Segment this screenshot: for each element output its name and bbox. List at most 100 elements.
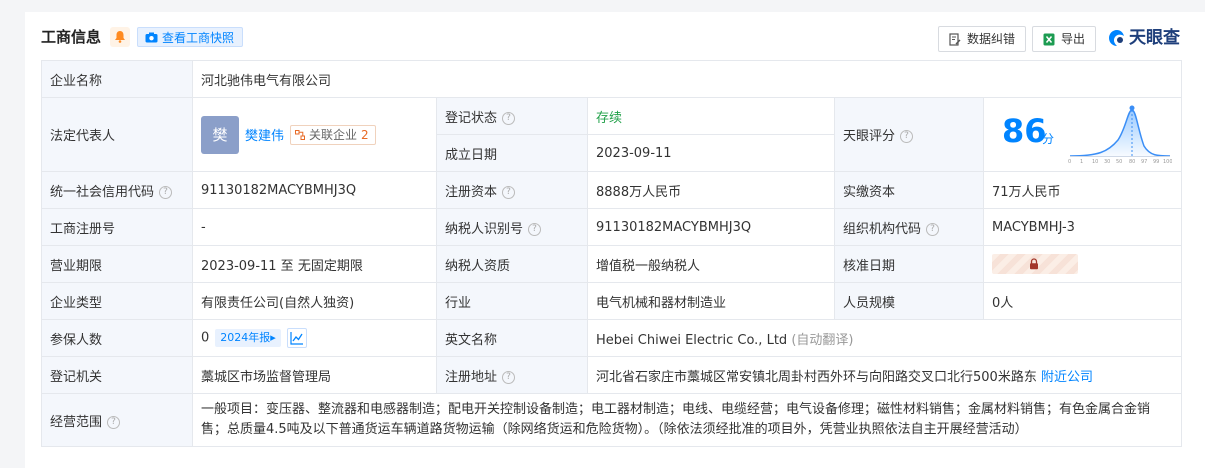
english-name-label: 英文名称	[436, 319, 588, 357]
score-cell[interactable]: 86 分 0 1 10 30 50 80 97 99 100	[982, 97, 1183, 172]
trend-icon[interactable]	[286, 328, 307, 348]
lock-icon	[1030, 258, 1038, 270]
staff-label: 人员规模	[834, 282, 984, 320]
edit-doc-icon	[949, 33, 961, 46]
taxpayer-id-value: 91130182MACYBMHJ3Q	[587, 208, 835, 246]
brand-logo-icon	[1109, 30, 1124, 46]
table-row: 企业名称 河北驰伟电气有限公司	[41, 60, 1183, 98]
auto-translate-note: (自动翻译)	[791, 332, 854, 348]
export-button[interactable]: 导出	[1032, 26, 1097, 52]
locked-value[interactable]	[992, 254, 1078, 274]
scope-label-text: 经营范围	[50, 414, 103, 430]
score-tick: 80	[1129, 159, 1135, 165]
reg-capital-value: 8888万人民币	[587, 171, 835, 209]
tax-qual-label: 纳税人资质	[436, 245, 588, 283]
reg-no-label: 工商注册号	[41, 208, 193, 246]
authority-value: 藁城区市场监督管理局	[192, 356, 437, 394]
reg-capital-label-text: 注册资本	[445, 184, 498, 200]
taxpayer-id-label-text: 纳税人识别号	[445, 221, 524, 237]
reg-status-value: 存续	[587, 97, 835, 135]
related-companies-button[interactable]: 关联企业 2	[290, 124, 376, 145]
scope-label: 经营范围?	[41, 393, 193, 447]
legal-rep-name-link[interactable]: 樊建伟	[245, 129, 284, 144]
industry-label: 行业	[436, 282, 588, 320]
help-icon[interactable]: ?	[502, 185, 516, 199]
table-row: 企业类型 有限责任公司(自然人独资) 行业 电气机械和器材制造业 人员规模 0人	[41, 282, 1183, 320]
camera-icon	[145, 32, 158, 43]
credit-code-value: 91130182MACYBMHJ3Q	[192, 171, 437, 209]
help-icon[interactable]: ?	[926, 222, 940, 236]
paid-capital-label: 实缴资本	[834, 171, 984, 209]
credit-code-label: 统一社会信用代码?	[41, 171, 193, 209]
help-icon[interactable]: ?	[107, 415, 121, 429]
table-row: 统一社会信用代码? 91130182MACYBMHJ3Q 注册资本? 8888万…	[41, 171, 1183, 209]
data-correction-label: 数据纠错	[967, 32, 1016, 46]
insured-value: 0	[201, 330, 210, 346]
score-label: 天眼评分?	[834, 97, 984, 172]
help-icon[interactable]: ?	[900, 130, 914, 143]
related-companies-count: 2	[361, 127, 369, 142]
related-icon	[295, 129, 306, 140]
credit-code-label-text: 统一社会信用代码	[50, 184, 155, 200]
business-info-card: 工商信息 查看工商快照 数据纠错 导出 天眼查 企业名称 河北驰伟电气有限公司	[25, 12, 1205, 468]
reg-status-label-text: 登记状态	[445, 110, 498, 126]
table-row: 参保人数 0 2024年报▸ 英文名称 Hebei Chiwei Electric…	[41, 319, 1183, 357]
org-code-value: MACYBMHJ-3	[982, 208, 1183, 246]
business-info-table: 企业名称 河北驰伟电气有限公司 法定代表人 樊樊建伟 关联企业 2 登记状态? 存续…	[41, 60, 1183, 447]
section-title: 工商信息	[41, 28, 102, 46]
help-icon[interactable]: ?	[528, 222, 542, 236]
insured-cell: 0 2024年报▸	[192, 319, 437, 357]
approve-date-label: 核准日期	[834, 245, 984, 283]
brand-name: 天眼查	[1129, 28, 1180, 48]
term-label: 营业期限	[41, 245, 193, 283]
help-icon[interactable]: ?	[502, 111, 516, 125]
nearby-companies-link[interactable]: 附近公司	[1041, 370, 1093, 385]
company-name-label: 企业名称	[41, 60, 193, 98]
table-row: 登记机关 藁城区市场监督管理局 注册地址? 河北省石家庄市藁城区常安镇北周卦村西…	[41, 356, 1183, 394]
tax-qual-value: 增值税一般纳税人	[587, 245, 835, 283]
score-value: 86	[1002, 112, 1047, 150]
legal-rep-label: 法定代表人	[41, 97, 193, 172]
score-tick: 30	[1104, 159, 1110, 165]
related-companies-label: 关联企业	[309, 127, 358, 142]
scope-value: 一般项目：变压器、整流器和电感器制造；配电开关控制设备制造；电工器材制造；电线、…	[191, 393, 1183, 447]
score-tick: 100	[1163, 159, 1172, 165]
score-tick: 1	[1080, 159, 1083, 165]
taxpayer-id-label: 纳税人识别号?	[436, 208, 588, 246]
view-snapshot-button[interactable]: 查看工商快照	[137, 27, 244, 47]
table-row: 经营范围? 一般项目：变压器、整流器和电感器制造；配电开关控制设备制造；电工器材…	[41, 393, 1183, 447]
export-label: 导出	[1061, 32, 1086, 46]
reg-status-label: 登记状态?	[436, 97, 588, 135]
score-distribution-chart: 0 1 10 30 50 80 97 99 100	[1068, 105, 1172, 165]
data-correction-button[interactable]: 数据纠错	[938, 26, 1027, 52]
paid-capital-value: 71万人民币	[982, 171, 1183, 209]
term-value: 2023-09-11 至 无固定期限	[192, 245, 437, 283]
view-snapshot-label: 查看工商快照	[162, 31, 235, 45]
authority-label: 登记机关	[41, 356, 193, 394]
table-row: 法定代表人 樊樊建伟关联企业2 登记状态? 存续 天眼评分? 86 分 0	[41, 97, 1183, 172]
bell-icon[interactable]	[110, 27, 130, 47]
english-name-value: Hebei Chiwei Electric Co., Ltd	[596, 332, 788, 348]
avatar[interactable]: 樊	[201, 115, 239, 154]
score-unit: 分	[1042, 132, 1055, 146]
help-icon[interactable]: ?	[159, 185, 173, 199]
address-cell: 河北省石家庄市藁城区常安镇北周卦村西外环与向阳路交叉口北行500米路东 附近公司	[586, 356, 1183, 394]
org-code-label-text: 组织机构代码	[843, 221, 922, 237]
staff-value: 0人	[982, 282, 1183, 320]
address-value: 河北省石家庄市藁城区常安镇北周卦村西外环与向阳路交叉口北行500米路东	[596, 369, 1037, 385]
company-name-value: 河北驰伟电气有限公司	[191, 60, 1183, 98]
score-tick: 10	[1092, 159, 1098, 165]
annual-report-button[interactable]: 2024年报▸	[215, 329, 281, 347]
established-label: 成立日期	[436, 134, 588, 172]
type-label: 企业类型	[41, 282, 193, 320]
excel-icon	[1043, 33, 1055, 46]
reg-no-value: -	[192, 208, 437, 246]
legal-rep-cell: 樊樊建伟 关联企业 2	[192, 97, 437, 172]
industry-value: 电气机械和器材制造业	[587, 282, 835, 320]
reg-capital-label: 注册资本?	[436, 171, 588, 209]
english-name-cell: Hebei Chiwei Electric Co., Ltd (自动翻译)	[586, 319, 1183, 357]
score-label-text: 天眼评分	[843, 129, 896, 144]
score-tick: 50	[1116, 159, 1122, 165]
established-value: 2023-09-11	[587, 134, 835, 172]
help-icon[interactable]: ?	[502, 370, 516, 384]
